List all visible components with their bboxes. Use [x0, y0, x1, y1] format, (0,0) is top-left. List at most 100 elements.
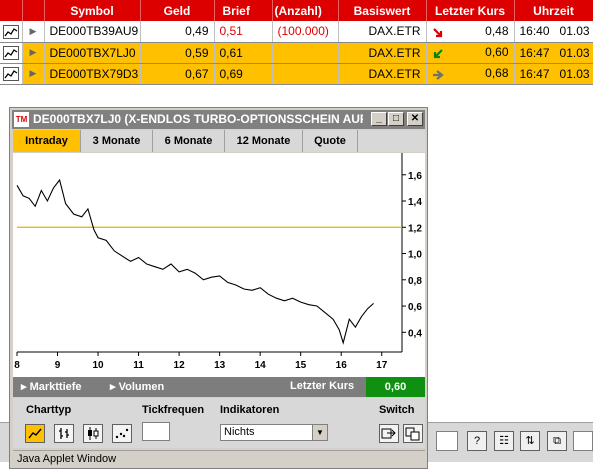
indikator-selected-value: Nichts — [224, 426, 255, 438]
tab-intraday[interactable]: Intraday — [13, 130, 81, 152]
time-value: 16:47 — [519, 45, 550, 60]
chart-icon[interactable] — [2, 24, 19, 39]
expand-arrow-icon[interactable]: ▶ — [22, 63, 45, 85]
x-tick-label: 8 — [14, 360, 20, 371]
trend-down-green-icon — [433, 49, 443, 59]
chart-info-bar: ▸ Markttiefe ▸ Volumen Letzter Kurs 0,60 — [13, 377, 425, 397]
y-tick-label: 1,2 — [408, 223, 422, 234]
list-view-button[interactable]: ☷ — [494, 431, 514, 451]
popup-title: DE000TBX7LJ0 (X-ENDLOS TURBO-OPTIONSSCHE… — [33, 112, 363, 126]
main-input-field[interactable] — [436, 431, 458, 451]
sort-button[interactable]: ⇅ — [520, 431, 540, 451]
markttiefe-link[interactable]: ▸ Markttiefe — [21, 380, 82, 393]
close-button[interactable]: ✕ — [407, 112, 423, 126]
charttyp-label: Charttyp — [26, 404, 72, 416]
uhrzeit-cell: 16:40 01.03 — [514, 21, 593, 43]
x-tick-label: 17 — [376, 360, 388, 371]
switch-export-icon — [381, 428, 396, 439]
header-brief[interactable]: Brief — [214, 0, 273, 21]
chevron-down-icon[interactable]: ▼ — [312, 425, 327, 440]
header-geld[interactable]: Geld — [140, 0, 215, 21]
indikatoren-label: Indikatoren — [220, 404, 280, 416]
tab-quote[interactable]: Quote — [303, 130, 358, 152]
tickfrequenz-input[interactable] — [142, 422, 170, 441]
date-value: 01.03 — [559, 24, 590, 39]
header-uhrzeit[interactable]: Uhrzeit — [514, 0, 593, 21]
anzahl-cell: (100.000) — [272, 21, 339, 43]
y-tick-label: 0,6 — [408, 302, 422, 313]
letzter-kurs-badge: 0,60 — [366, 377, 425, 397]
letzter-kurs-value: 0,68 — [485, 66, 509, 80]
watchlist-table: Symbol Geld Brief (Anzahl) Basiswert Let… — [0, 0, 593, 85]
x-tick-label: 11 — [133, 360, 144, 371]
basiswert-cell: DAX.ETR — [338, 42, 427, 64]
minimize-button[interactable]: _ — [371, 112, 387, 126]
header-basiswert[interactable]: Basiswert — [338, 0, 427, 21]
watchlist-header: Symbol Geld Brief (Anzahl) Basiswert Let… — [0, 0, 593, 21]
volumen-link[interactable]: ▸ Volumen — [110, 380, 164, 393]
chart-svg: 1,6 1,4 1,2 1,0 0,8 0,6 0,4 8 9 10 11 12 13 14 15 16 17 — [14, 153, 422, 371]
x-tick-label: 10 — [92, 360, 104, 371]
brief-cell: 0,61 — [214, 42, 273, 64]
switch-window-icon — [405, 427, 420, 441]
anzahl-cell — [272, 63, 339, 85]
switch-forward-button[interactable] — [379, 424, 399, 443]
time-value: 16:47 — [519, 66, 550, 81]
expand-arrow-icon[interactable]: ▶ — [22, 21, 45, 43]
tab-6-monate[interactable]: 6 Monate — [153, 130, 225, 152]
main-search-field[interactable] — [573, 431, 593, 451]
ohlc-chart-icon — [59, 428, 69, 439]
line-chart-button[interactable] — [25, 424, 45, 443]
uhrzeit-cell: 16:47 01.03 — [514, 63, 593, 85]
tab-12-monate[interactable]: 12 Monate — [225, 130, 303, 152]
symbol-cell[interactable]: DE000TBX79D3 — [44, 63, 141, 85]
line-chart-icon — [28, 428, 42, 439]
help-button[interactable]: ? — [467, 431, 487, 451]
indikatoren-select[interactable]: Nichts ▼ — [220, 424, 328, 441]
chart-icon[interactable] — [2, 45, 19, 60]
symbol-cell[interactable]: DE000TB39AU9 — [44, 21, 141, 43]
header-expand — [22, 0, 45, 21]
time-value: 16:40 — [519, 24, 550, 39]
letzter-kurs-label: Letzter Kurs — [290, 380, 355, 392]
intraday-chart: 1,6 1,4 1,2 1,0 0,8 0,6 0,4 8 9 10 11 12 13 14 15 16 17 — [13, 153, 425, 377]
header-anzahl[interactable]: (Anzahl) — [272, 0, 339, 21]
switch-window-button[interactable] — [403, 424, 423, 443]
tab-3-monate[interactable]: 3 Monate — [81, 130, 153, 152]
header-letzter-kurs[interactable]: Letzter Kurs — [426, 0, 515, 21]
maximize-button[interactable]: □ — [388, 112, 404, 126]
chart-icon-cell[interactable] — [0, 63, 23, 85]
chart-period-tabs: Intraday 3 Monate 6 Monate 12 Monate Quo… — [13, 130, 425, 152]
candlestick-chart-button[interactable] — [83, 424, 103, 443]
y-tick-label: 1,6 — [408, 171, 422, 182]
x-tick-label: 9 — [55, 360, 61, 371]
basiswert-cell: DAX.ETR — [338, 21, 427, 43]
table-row[interactable]: ▶ DE000TB39AU9 0,49 0,51 (100.000) DAX.E… — [0, 21, 593, 43]
ohlc-chart-button[interactable] — [54, 424, 74, 443]
x-tick-label: 16 — [336, 360, 348, 371]
symbol-cell[interactable]: DE000TBX7LJ0 — [44, 42, 141, 64]
date-value: 01.03 — [559, 45, 590, 60]
y-tick-label: 1,0 — [408, 250, 422, 261]
y-tick-label: 1,4 — [408, 197, 422, 208]
header-icon — [0, 0, 23, 21]
date-value: 01.03 — [559, 66, 590, 81]
tm-logo-icon: TM — [14, 112, 29, 127]
chart-icon-cell[interactable] — [0, 21, 23, 43]
expand-arrow-icon[interactable]: ▶ — [22, 42, 45, 64]
header-symbol[interactable]: Symbol — [44, 0, 141, 21]
popup-title-bar[interactable]: TM DE000TBX7LJ0 (X-ENDLOS TURBO-OPTIONSS… — [12, 110, 425, 129]
dot-chart-button[interactable] — [112, 424, 132, 443]
chart-icon[interactable] — [2, 66, 19, 81]
geld-cell: 0,59 — [140, 42, 215, 64]
x-tick-label: 14 — [255, 360, 267, 371]
applet-status-bar: Java Applet Window — [13, 450, 425, 468]
table-row[interactable]: ▶ DE000TBX7LJ0 0,59 0,61 DAX.ETR 0,60 16… — [0, 42, 593, 64]
price-line — [16, 178, 374, 345]
markttiefe-label: Markttiefe — [29, 381, 82, 393]
dot-chart-icon — [115, 428, 129, 439]
window-button[interactable]: ⧉ — [547, 431, 567, 451]
table-row[interactable]: ▶ DE000TBX79D3 0,67 0,69 DAX.ETR 0,68 16… — [0, 63, 593, 85]
trend-right-icon — [432, 70, 444, 80]
chart-icon-cell[interactable] — [0, 42, 23, 64]
